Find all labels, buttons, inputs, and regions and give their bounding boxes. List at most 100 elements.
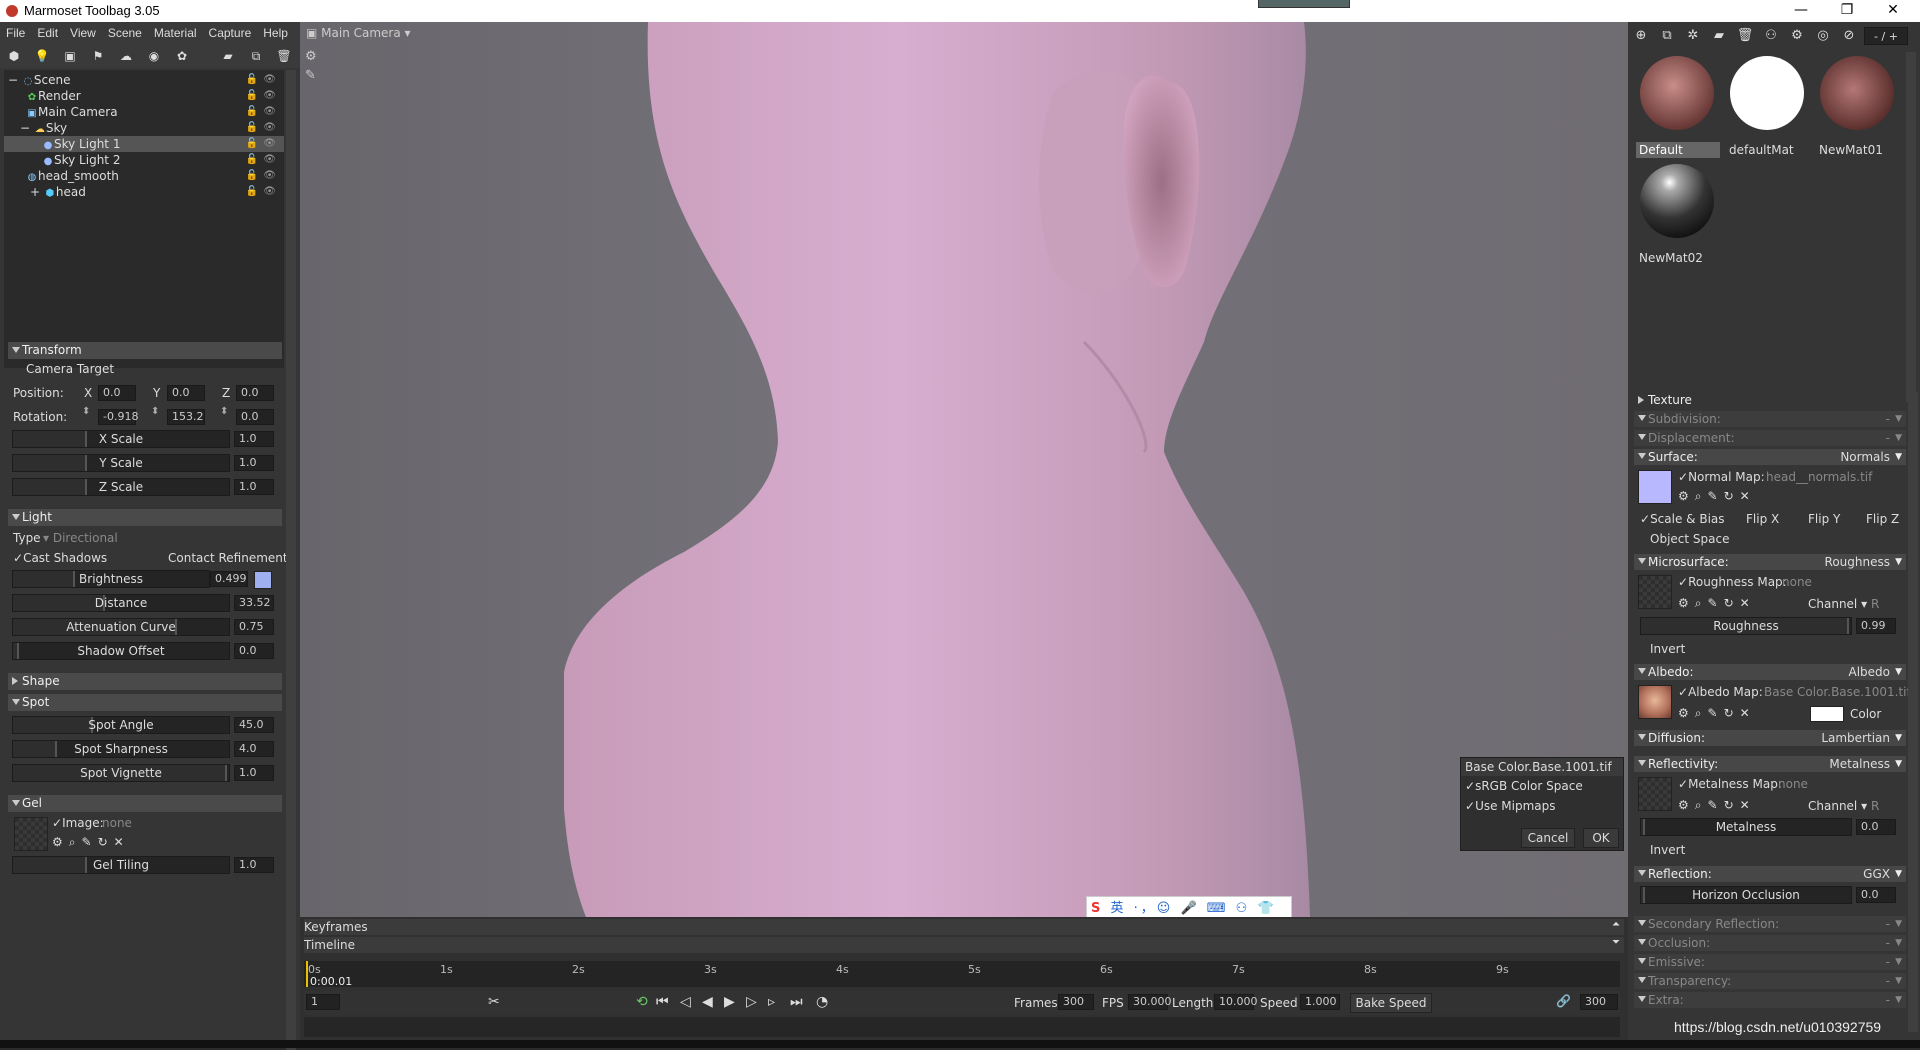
tree-item-render[interactable]: ✿ Render 🔓 👁 [4, 88, 284, 104]
gel-image-checkbox[interactable]: ✓Image: [52, 816, 104, 830]
reload-icon[interactable]: ↻ [1724, 596, 1740, 610]
scale-bias-checkbox[interactable]: ✓Scale & Bias [1640, 512, 1725, 526]
rotation-z-spinner-icon[interactable]: ⬍ [220, 406, 228, 417]
light-header[interactable]: Light [8, 509, 282, 526]
x-scale-field[interactable]: 1.0 [234, 431, 274, 447]
current-frame-field[interactable]: 1 [306, 994, 340, 1010]
timeline-track[interactable] [304, 1017, 1620, 1037]
displacement-header[interactable]: Displacement: - ▼ [1634, 430, 1906, 446]
reflection-header[interactable]: Reflection: GGX ▼ [1634, 866, 1906, 882]
menu-file[interactable]: File [0, 22, 31, 44]
skip-start-icon[interactable]: ⏮ [656, 994, 669, 1010]
light-type-dropdown[interactable]: ▾ Directional [43, 531, 118, 545]
gel-tiling-field[interactable]: 1.0 [234, 857, 274, 873]
search-icon[interactable]: ⌕ [69, 835, 82, 849]
reload-icon[interactable]: ↻ [1724, 706, 1740, 720]
fps-field[interactable]: 30.000 [1128, 994, 1172, 1010]
metalness-invert-checkbox[interactable]: Invert [1650, 843, 1685, 857]
search-icon[interactable]: ⌕ [1695, 706, 1708, 720]
bake-speed-button[interactable]: Bake Speed [1350, 993, 1432, 1013]
keyframes-header[interactable]: Keyframes [304, 919, 1624, 935]
viewport-camera-selector[interactable]: ▣ Main Camera ▾ [300, 22, 420, 44]
menu-view[interactable]: View [64, 22, 102, 44]
minimize-button[interactable]: — [1778, 0, 1824, 22]
maximize-button[interactable]: ❐ [1824, 0, 1870, 22]
gel-header[interactable]: Gel [8, 795, 282, 812]
attenuation-curve-field[interactable]: 0.75 [234, 619, 274, 635]
material-defaultmat[interactable]: defaultMat [1724, 52, 1810, 157]
occlusion-header[interactable]: Occlusion: - ▼ [1634, 935, 1906, 951]
reload-icon[interactable]: ↻ [1724, 489, 1740, 503]
popup-ok-button[interactable]: OK [1583, 828, 1619, 848]
mipmaps-checkbox[interactable]: ✓Use Mipmaps [1461, 796, 1623, 816]
material-props-scrollbar[interactable] [1908, 392, 1918, 1032]
spot-sharpness-slider[interactable]: Spot Sharpness [12, 740, 230, 758]
tree-item-head[interactable]: + ⬢ head 🔓 👁 [4, 184, 284, 200]
menu-edit[interactable]: Edit [31, 22, 64, 44]
timeline-ruler[interactable]: 0s 1s 2s 3s 4s 5s 6s 7s 8s 9s 0:00.01 [304, 961, 1620, 988]
gel-tiling-slider[interactable]: Gel Tiling [12, 856, 230, 874]
horizon-occlusion-slider[interactable]: Horizon Occlusion [1640, 886, 1852, 904]
roughness-slider[interactable]: Roughness [1640, 617, 1852, 635]
gear-icon[interactable]: ⚙ [52, 835, 69, 849]
position-y-field[interactable]: 0.0 [167, 385, 205, 401]
albedo-header[interactable]: Albedo: Albedo ▼ [1634, 664, 1906, 680]
skip-end-icon[interactable]: ⏭ [790, 994, 803, 1010]
end-frame-field[interactable]: 300 [1580, 994, 1618, 1010]
diffusion-header[interactable]: Diffusion: Lambertian ▼ [1634, 730, 1906, 746]
step-forward-icon[interactable]: ▷ [746, 994, 757, 1010]
spot-vignette-slider[interactable]: Spot Vignette [12, 764, 230, 782]
step-back-icon[interactable]: ◀ [702, 994, 713, 1010]
normal-map-thumbnail[interactable] [1638, 470, 1672, 504]
gear-icon[interactable]: ⚙ [1678, 706, 1695, 720]
metalness-slider[interactable]: Metalness [1640, 818, 1852, 836]
spot-vignette-field[interactable]: 1.0 [234, 765, 274, 781]
rotation-x-field[interactable]: -0.918 [98, 409, 138, 425]
tree-item-sky[interactable]: − ☁Sky 🔓 👁 [4, 120, 284, 136]
collapse-timeline-icon[interactable]: ⏷ [1612, 937, 1620, 948]
distance-slider[interactable]: Distance [12, 594, 230, 612]
speed-field[interactable]: 1.000 [1300, 994, 1340, 1010]
rotation-z-field[interactable]: 0.0 [236, 409, 274, 425]
lock-icon[interactable]: 🔓 [246, 136, 258, 152]
tree-item-sky-light-2[interactable]: ● Sky Light 2 🔓 👁 [4, 152, 284, 168]
metalness-channel-dropdown[interactable]: Channel ▾ R [1808, 799, 1879, 813]
length-field[interactable]: 10.000 [1214, 994, 1258, 1010]
open-folder-icon[interactable]: ▰ [1710, 27, 1728, 45]
roughness-invert-checkbox[interactable]: Invert [1650, 642, 1685, 656]
tree-item-head-smooth[interactable]: ◍ head_smooth 🔓 👁 [4, 168, 284, 184]
eye-icon[interactable]: 👁 [263, 120, 276, 136]
properties-scrollbar[interactable] [286, 342, 296, 1050]
search-icon[interactable]: ⌕ [1695, 596, 1708, 610]
add-material-icon[interactable]: ⊕ [1632, 27, 1650, 45]
tree-item-scene[interactable]: − ◌ Scene 🔓 👁 [4, 72, 284, 88]
link-icon[interactable]: 🔗 [1556, 994, 1571, 1008]
gear-icon[interactable]: ⚙ [1678, 596, 1695, 610]
add-object-icon[interactable]: ⬢ [6, 48, 22, 64]
eye-icon[interactable]: 👁 [263, 88, 276, 104]
next-key-icon[interactable]: ▹ [768, 994, 775, 1010]
eye-icon[interactable]: 👁 [263, 184, 276, 200]
albedo-color-swatch[interactable] [1810, 706, 1844, 722]
material-default[interactable]: Default [1634, 52, 1720, 158]
tree-item-main-camera[interactable]: ▣Main Camera 🔓 👁 [4, 104, 284, 120]
pick-icon[interactable]: ✎ [1708, 596, 1724, 610]
contact-refinement-checkbox[interactable]: Contact Refinement [168, 551, 288, 565]
rotation-y-field[interactable]: 153.2 [167, 409, 205, 425]
eye-icon[interactable]: 👁 [263, 136, 276, 152]
add-shadow-icon[interactable]: ◉ [146, 48, 162, 64]
position-z-field[interactable]: 0.0 [236, 385, 274, 401]
pick-material-icon[interactable]: ✲ [1684, 27, 1702, 45]
rotation-y-spinner-icon[interactable]: ⬍ [151, 406, 159, 417]
lock-icon[interactable]: 🔓 [246, 72, 258, 88]
material-list-scrollbar[interactable] [1906, 52, 1916, 402]
y-scale-field[interactable]: 1.0 [234, 455, 274, 471]
metalness-map-checkbox[interactable]: ✓Metalness Map: [1678, 777, 1782, 791]
attenuation-curve-slider[interactable]: Attenuation Curve [12, 618, 230, 636]
collapse-keyframes-icon[interactable]: ⏶ [1612, 919, 1620, 930]
z-scale-field[interactable]: 1.0 [234, 479, 274, 495]
shadow-offset-slider[interactable]: Shadow Offset [12, 642, 230, 660]
reflectivity-header[interactable]: Reflectivity: Metalness ▼ [1634, 756, 1906, 772]
lock-icon[interactable]: 🔓 [246, 168, 258, 184]
distance-field[interactable]: 33.52 [234, 595, 274, 611]
